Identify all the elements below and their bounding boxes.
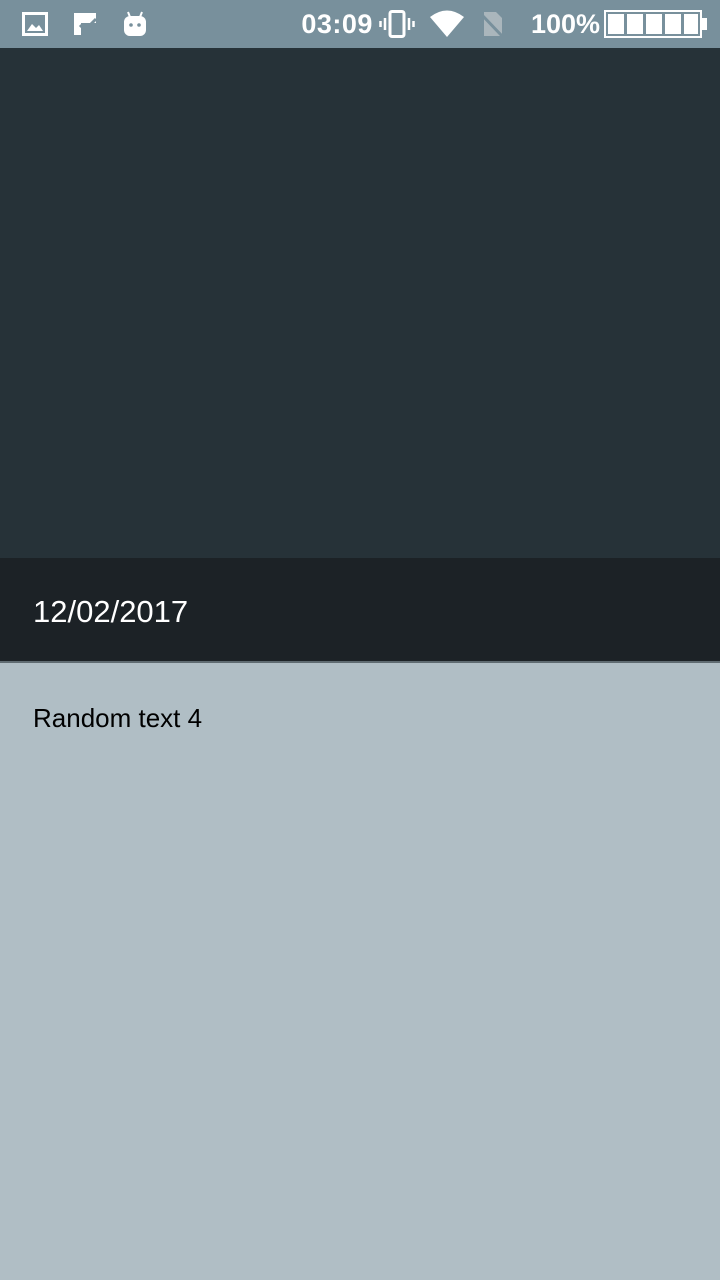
battery-icon	[604, 10, 708, 38]
check-flag-icon	[72, 11, 98, 37]
clock: 03:09	[301, 8, 373, 39]
body-text: Random text 4	[33, 703, 203, 733]
notification-icons	[0, 10, 148, 38]
status-bar: 03:09 100%	[0, 0, 720, 48]
android-icon	[122, 10, 148, 38]
no-sim-icon	[479, 10, 505, 38]
date-label: 12/02/2017	[33, 594, 189, 629]
vibrate-icon	[379, 10, 415, 38]
system-icons: 03:09 100%	[301, 9, 720, 40]
image-icon	[22, 12, 48, 36]
header-image	[0, 48, 720, 558]
date-bar: 12/02/2017	[0, 558, 720, 663]
content-area: Random text 4	[0, 665, 720, 1280]
wifi-icon	[429, 10, 465, 38]
battery-percent: 100%	[530, 8, 600, 39]
screen: 03:09 100% 12/02/2017 Random text 4	[0, 0, 720, 1280]
